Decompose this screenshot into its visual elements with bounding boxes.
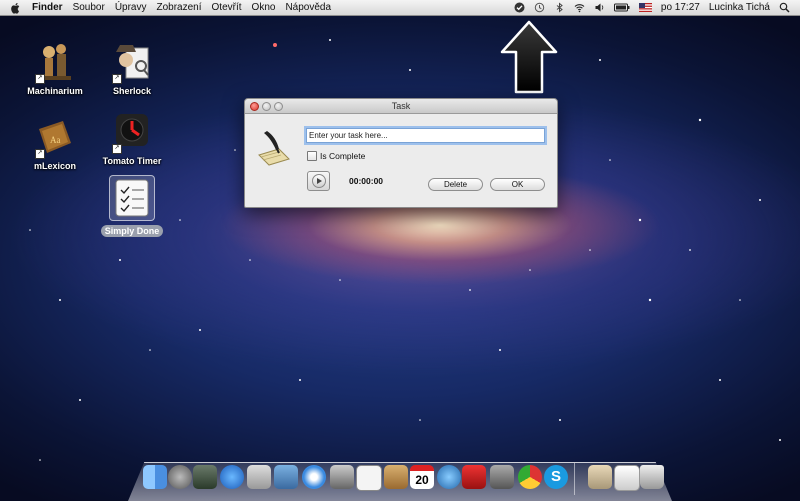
system-preferences-icon[interactable] — [490, 465, 514, 489]
mission-control-icon[interactable] — [193, 465, 217, 489]
zoom-window-button[interactable] — [274, 102, 283, 111]
preview-icon[interactable] — [247, 465, 271, 489]
safari-icon[interactable] — [302, 465, 326, 489]
start-timer-button[interactable] — [307, 171, 330, 191]
dock: 20 S — [140, 463, 670, 495]
app-store-icon[interactable] — [220, 465, 244, 489]
menu-user-name[interactable]: Lucinka Tichá — [709, 2, 770, 13]
machinarium-icon: ↗ — [33, 40, 77, 84]
ok-button[interactable]: OK — [490, 178, 545, 191]
desktop-icon-label: Sherlock — [112, 86, 152, 96]
mlexicon-icon: Aa ↗ — [33, 115, 77, 159]
desktop-icon-machinarium[interactable]: ↗ Machinarium — [20, 40, 90, 96]
svg-text:Aa: Aa — [50, 135, 61, 145]
desktop-icon-label: Simply Done — [100, 225, 164, 237]
chrome-icon[interactable] — [518, 465, 542, 489]
facetime-icon[interactable] — [330, 465, 354, 489]
menu-finder[interactable]: Finder — [32, 2, 63, 13]
menu-otevrit[interactable]: Otevřít — [212, 2, 242, 13]
task-dialog: Task Is Complete 00:00:00 Delete OK — [244, 98, 558, 208]
timer-display: 00:00:00 — [349, 176, 384, 186]
dialog-title: Task — [391, 101, 411, 111]
apple-menu-icon[interactable] — [10, 2, 22, 14]
spotlight-icon[interactable] — [779, 2, 790, 13]
desktop-icon-label: Machinarium — [27, 86, 83, 96]
iphoto-icon[interactable] — [274, 465, 298, 489]
skype-icon[interactable]: S — [544, 465, 568, 489]
desktop-icon-mlexicon[interactable]: Aa ↗ mLexicon — [20, 115, 90, 171]
minimize-window-button[interactable] — [262, 102, 271, 111]
contacts-icon[interactable] — [384, 465, 408, 489]
itunes-icon[interactable] — [437, 465, 461, 489]
alias-arrow-icon: ↗ — [35, 149, 45, 159]
menu-zobrazeni[interactable]: Zobrazení — [157, 2, 202, 13]
photo-booth-icon[interactable] — [462, 465, 486, 489]
simply-done-status-icon[interactable] — [514, 2, 525, 13]
alias-arrow-icon: ↗ — [35, 74, 45, 84]
time-machine-icon[interactable] — [534, 2, 545, 13]
sherlock-icon: ↗ — [110, 40, 154, 84]
menu-extras: po 17:27 Lucinka Tichá — [505, 0, 790, 15]
menu-upravy[interactable]: Úpravy — [115, 2, 147, 13]
desktop-icon-simply-done[interactable]: Simply Done — [97, 175, 167, 239]
is-complete-label[interactable]: Is Complete — [320, 151, 365, 161]
menu-soubor[interactable]: Soubor — [73, 2, 105, 13]
up-arrow-icon — [500, 20, 558, 94]
finder-icon[interactable] — [143, 465, 167, 489]
wifi-icon[interactable] — [574, 2, 585, 13]
desktop-icon-tomato-timer[interactable]: ↗ Tomato Timer — [97, 110, 167, 166]
simply-done-icon[interactable] — [356, 465, 382, 491]
menu-clock[interactable]: po 17:27 — [661, 2, 700, 13]
volume-icon[interactable] — [594, 2, 605, 13]
calendar-icon[interactable]: 20 — [410, 465, 434, 489]
battery-icon[interactable] — [613, 2, 630, 13]
close-window-button[interactable] — [250, 102, 259, 111]
launchpad-icon[interactable] — [168, 465, 192, 489]
menu-bar: Finder Soubor Úpravy Zobrazení Otevřít O… — [0, 0, 800, 16]
quill-pen-icon — [258, 131, 290, 166]
simply-done-icon — [109, 175, 155, 221]
desktop-icon-label: mLexicon — [33, 161, 76, 171]
alias-arrow-icon: ↗ — [112, 74, 122, 84]
documents-icon[interactable] — [588, 465, 612, 489]
input-source-flag-icon[interactable] — [638, 2, 652, 13]
menu-okno[interactable]: Okno — [252, 2, 276, 13]
alias-arrow-icon: ↗ — [112, 144, 122, 154]
trash-icon[interactable] — [640, 465, 664, 489]
tomato-timer-icon: ↗ — [110, 110, 154, 154]
desktop-icon-label: Tomato Timer — [102, 156, 162, 166]
bluetooth-icon[interactable] — [554, 2, 565, 13]
task-name-input[interactable] — [306, 128, 545, 143]
delete-button[interactable]: Delete — [428, 178, 483, 191]
menu-napoveda[interactable]: Nápověda — [285, 2, 331, 13]
is-complete-row: Is Complete — [307, 151, 365, 161]
dock-separator — [574, 463, 575, 495]
is-complete-checkbox[interactable] — [307, 151, 317, 161]
play-icon — [312, 174, 326, 188]
downloads-icon[interactable] — [614, 465, 640, 491]
desktop-icon-sherlock[interactable]: ↗ Sherlock — [97, 40, 167, 96]
dialog-titlebar[interactable]: Task — [245, 99, 557, 114]
